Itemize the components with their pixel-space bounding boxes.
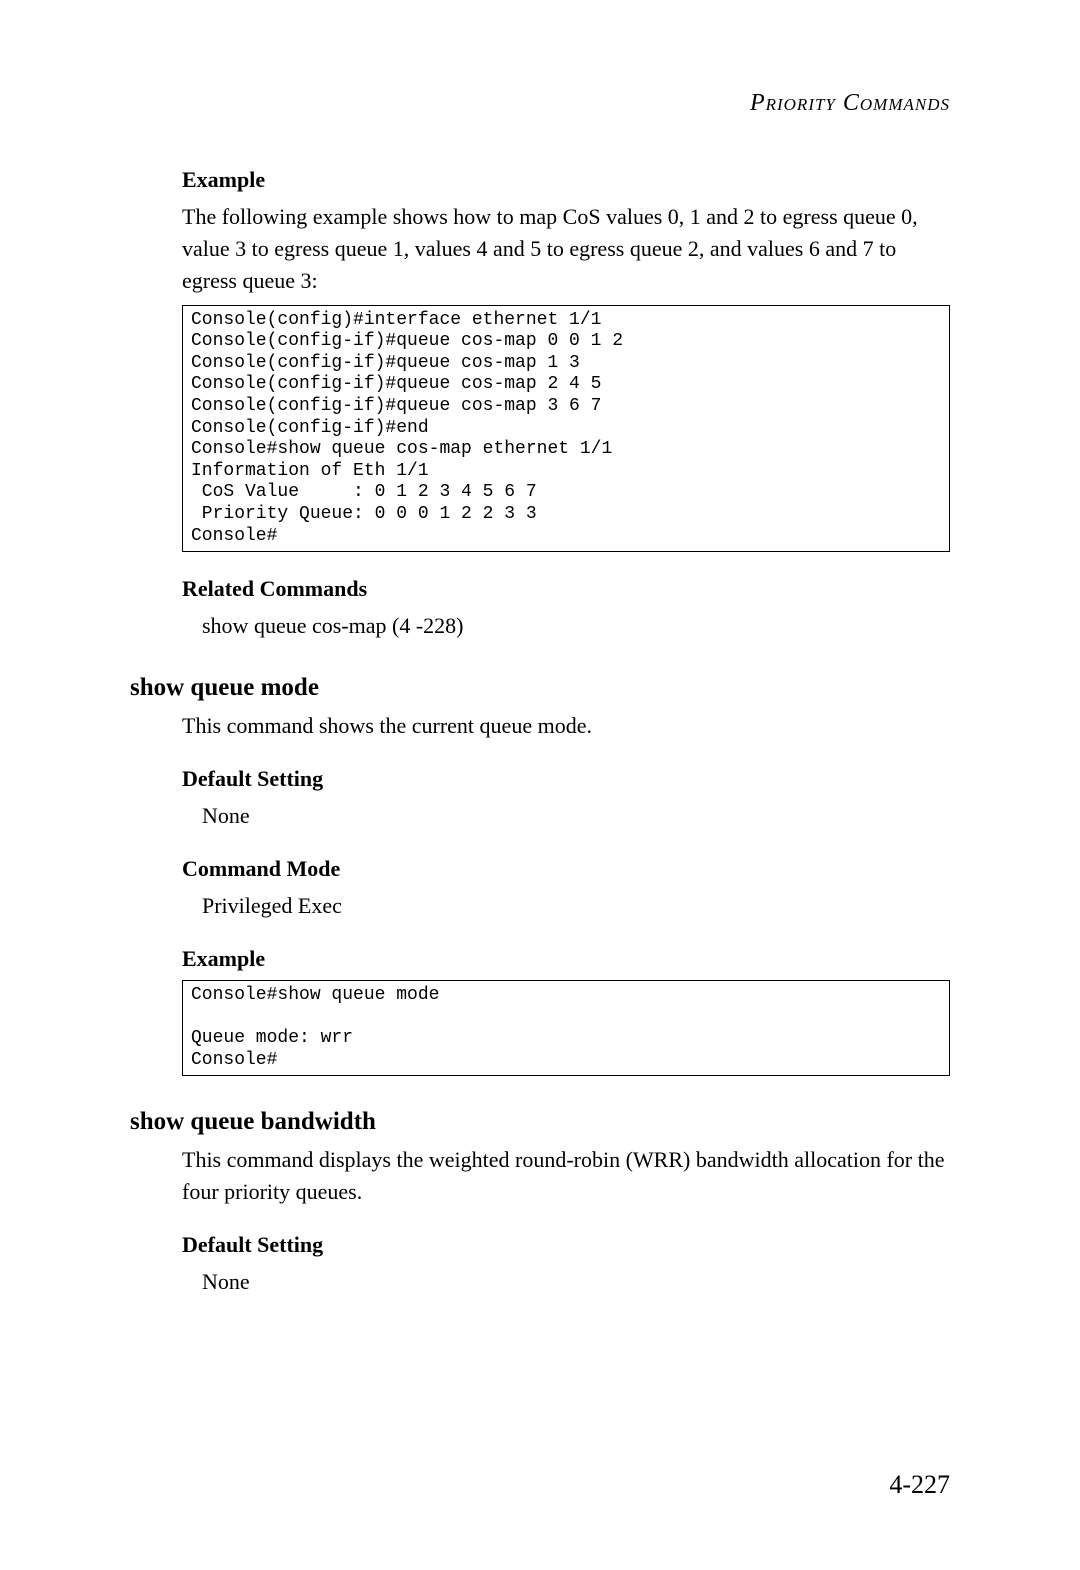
example-code-block: Console(config)#interface ethernet 1/1 C… [182,305,950,553]
page-header: Priority Commands [130,90,950,117]
command-mode-value: Privileged Exec [130,890,950,922]
command-mode-heading: Command Mode [130,856,950,882]
show-queue-bandwidth-title: show queue bandwidth [130,1108,950,1136]
related-commands-text: show queue cos-map (4 -228) [130,610,950,642]
example-body: The following example shows how to map C… [130,201,950,297]
default-setting-heading-2: Default Setting [130,1232,950,1258]
example-code-block-2: Console#show queue mode Queue mode: wrr … [182,980,950,1076]
default-setting-value-2: None [130,1266,950,1298]
default-setting-value-1: None [130,800,950,832]
example-heading: Example [130,167,950,193]
page-number: 4-227 [889,1470,950,1500]
show-queue-bandwidth-desc: This command displays the weighted round… [130,1144,950,1208]
show-queue-mode-desc: This command shows the current queue mod… [130,710,950,742]
default-setting-heading-1: Default Setting [130,766,950,792]
example-heading-2: Example [130,946,950,972]
show-queue-mode-title: show queue mode [130,674,950,702]
related-commands-heading: Related Commands [130,576,950,602]
